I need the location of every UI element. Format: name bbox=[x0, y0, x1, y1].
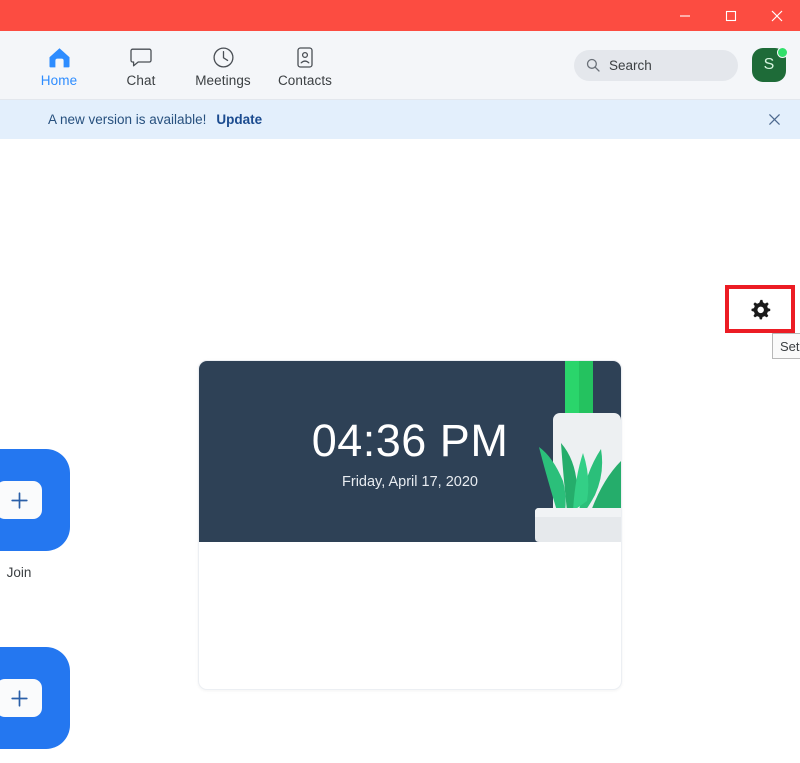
maximize-button[interactable] bbox=[708, 0, 754, 31]
tab-contacts[interactable]: Contacts bbox=[264, 42, 346, 88]
gear-icon bbox=[751, 299, 770, 319]
contact-card-icon bbox=[295, 44, 315, 70]
tab-chat[interactable]: Chat bbox=[100, 42, 182, 88]
update-banner-message: A new version is available! bbox=[48, 112, 207, 127]
update-banner-content: A new version is available! Update bbox=[0, 112, 262, 127]
tab-home[interactable]: Home bbox=[18, 42, 100, 88]
tab-home-label: Home bbox=[40, 73, 78, 88]
navbar-right-group: Search S bbox=[574, 47, 800, 82]
action-join: Join bbox=[0, 449, 70, 580]
settings-button[interactable] bbox=[725, 285, 795, 333]
action-secondary bbox=[0, 647, 70, 763]
status-badge bbox=[777, 47, 788, 58]
update-link[interactable]: Update bbox=[216, 112, 262, 127]
tab-chat-label: Chat bbox=[126, 73, 156, 88]
secondary-button-glyph bbox=[0, 679, 42, 717]
clock-card: 04:36 PM Friday, April 17, 2020 bbox=[198, 360, 622, 690]
plus-icon bbox=[10, 689, 28, 707]
tab-meetings[interactable]: Meetings bbox=[182, 42, 264, 88]
clock-banner: 04:36 PM Friday, April 17, 2020 bbox=[199, 361, 621, 542]
clock-time: 04:36 PM bbox=[311, 415, 509, 466]
window-titlebar bbox=[0, 0, 800, 31]
join-meeting-button[interactable] bbox=[0, 449, 70, 551]
nav-tab-list: Home Chat Meetings Contacts bbox=[0, 42, 346, 88]
avatar[interactable]: S bbox=[752, 47, 788, 82]
plus-icon bbox=[10, 491, 28, 509]
close-button[interactable] bbox=[754, 0, 800, 31]
home-icon bbox=[47, 44, 72, 70]
minimize-button[interactable] bbox=[662, 0, 708, 31]
join-button-glyph bbox=[0, 481, 42, 519]
clock-icon bbox=[212, 44, 235, 70]
banner-close-button[interactable] bbox=[764, 110, 784, 130]
close-icon bbox=[768, 114, 780, 125]
tab-contacts-label: Contacts bbox=[277, 73, 333, 88]
settings-tooltip: Set bbox=[772, 333, 800, 359]
search-placeholder: Search bbox=[609, 57, 652, 73]
close-icon bbox=[771, 10, 783, 21]
chat-bubble-icon bbox=[130, 44, 152, 70]
secondary-action-button[interactable] bbox=[0, 647, 70, 749]
update-banner: A new version is available! Update bbox=[0, 100, 800, 139]
search-icon bbox=[586, 58, 600, 72]
maximize-icon bbox=[725, 10, 737, 21]
clock-date: Friday, April 17, 2020 bbox=[342, 474, 478, 490]
home-content: Join 04:36 PM Friday, April 17, 2020 Set bbox=[0, 139, 800, 749]
tab-meetings-label: Meetings bbox=[195, 73, 251, 88]
minimize-icon bbox=[680, 14, 690, 17]
join-button-label: Join bbox=[6, 565, 32, 580]
main-navbar: Home Chat Meetings Contacts Search S bbox=[0, 31, 800, 100]
search-input[interactable]: Search bbox=[574, 49, 738, 81]
